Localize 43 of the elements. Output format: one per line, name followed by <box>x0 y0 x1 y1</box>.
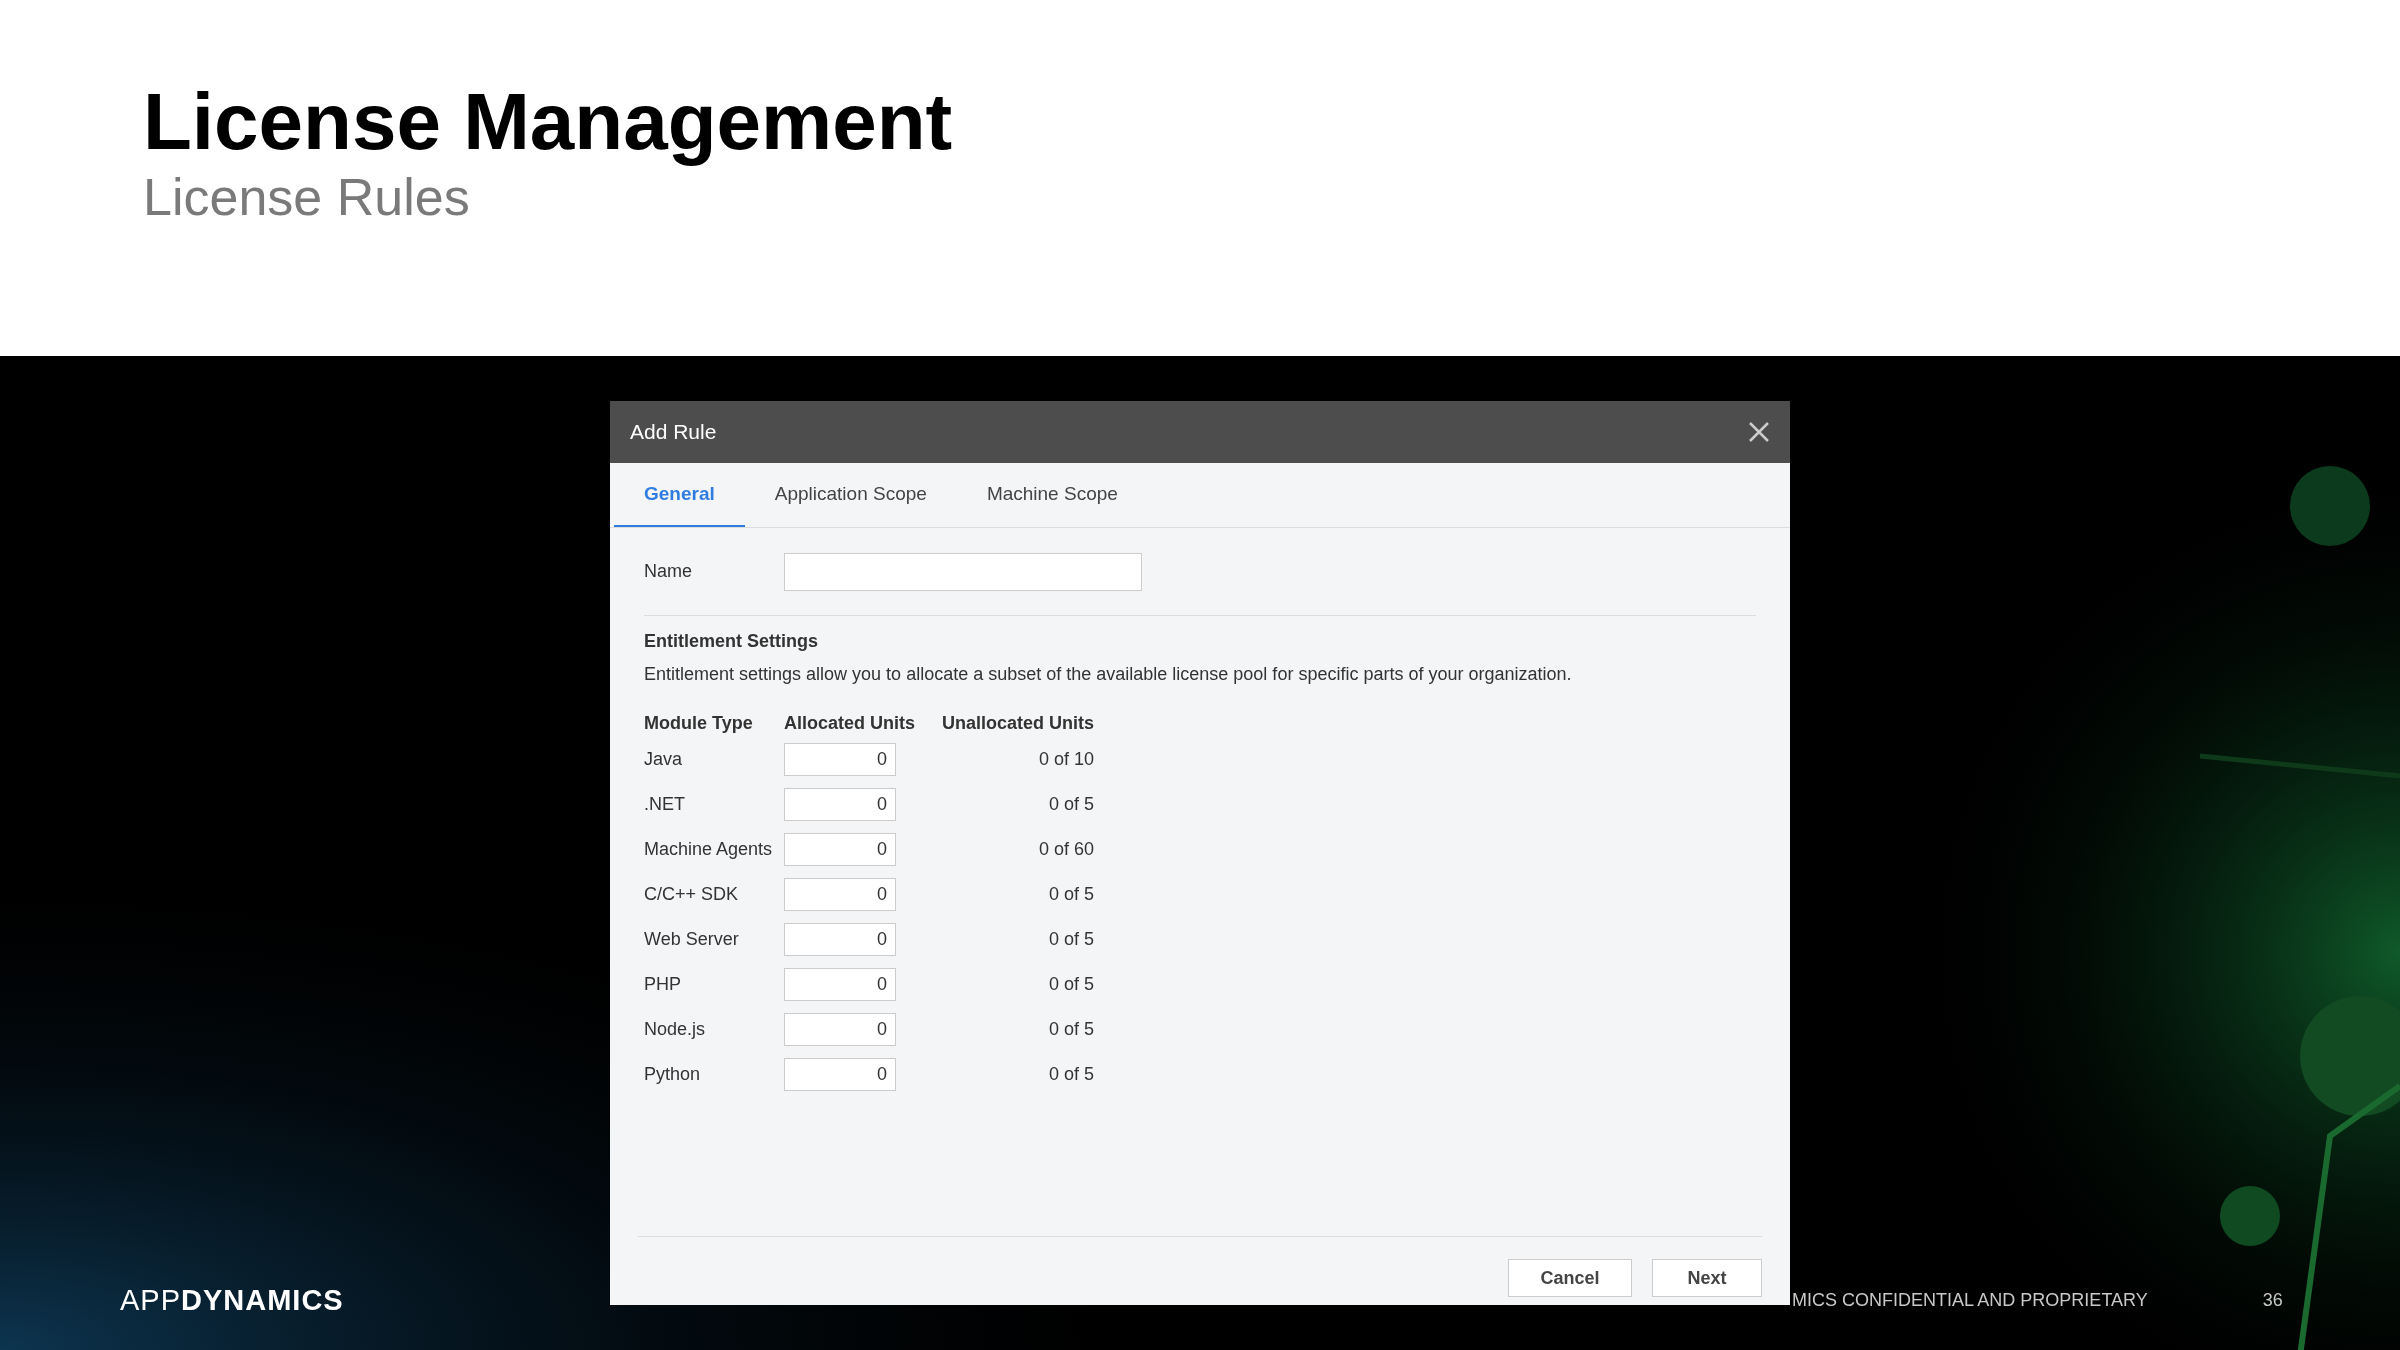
field-label: Name <box>644 560 693 583</box>
unallocated-units: 0 of 5 <box>1049 793 1095 816</box>
close-icon[interactable] <box>1748 421 1770 443</box>
module-label: .NET <box>644 793 685 816</box>
tab[interactable]: Application Scope <box>744 463 957 527</box>
slide-title: License Management <box>143 78 953 166</box>
name-field[interactable] <box>784 552 1142 591</box>
unallocated-units: 0 of 5 <box>1049 928 1095 951</box>
units-field[interactable]: 0 <box>784 1058 896 1091</box>
module-label: C/C++ SDK <box>644 883 739 906</box>
column-header: Unallocated Units <box>942 712 1095 735</box>
column-header: Module Type <box>644 712 753 735</box>
unallocated-units: 0 of 5 <box>1049 973 1095 996</box>
module-label: Node.js <box>644 1018 706 1041</box>
unallocated-units: 0 of 5 <box>1049 883 1095 906</box>
company-logo: APPDYNAMICS <box>120 1282 344 1318</box>
dialog-title: Add Rule <box>630 419 717 446</box>
section-heading: Entitlement Settings <box>644 630 818 653</box>
slide-subtitle: License Rules <box>143 167 470 228</box>
units-field[interactable]: 0 <box>784 878 896 911</box>
unallocated-units: 0 of 10 <box>1039 748 1095 771</box>
units-field[interactable]: 0 <box>784 1013 896 1046</box>
module-label: Web Server <box>644 928 739 951</box>
dialog-button[interactable]: Cancel <box>1508 1259 1632 1297</box>
tab[interactable]: Machine Scope <box>956 463 1148 527</box>
unallocated-units: 0 of 5 <box>1049 1018 1095 1041</box>
units-field[interactable]: 0 <box>784 833 896 866</box>
units-field[interactable]: 0 <box>784 743 896 776</box>
confidential-notice: MICS CONFIDENTIAL AND PROPRIETARY <box>1792 1289 2148 1312</box>
column-header: Allocated Units <box>784 712 916 735</box>
page-number: 36 <box>2262 1289 2283 1312</box>
units-field[interactable]: 0 <box>784 923 896 956</box>
unallocated-units: 0 of 5 <box>1049 1063 1095 1086</box>
module-label: PHP <box>644 973 681 996</box>
module-label: Python <box>644 1063 701 1086</box>
units-field[interactable]: 0 <box>784 968 896 1001</box>
section-description: Entitlement settings allow you to allocate a subset of the available license pool for specific parts of your organization. <box>644 663 1572 686</box>
tab[interactable]: General <box>614 463 745 527</box>
unallocated-units: 0 of 60 <box>1039 838 1095 861</box>
dialog-button[interactable]: Next <box>1652 1259 1762 1297</box>
module-label: Machine Agents <box>644 838 773 861</box>
module-label: Java <box>644 748 683 771</box>
units-field[interactable]: 0 <box>784 788 896 821</box>
